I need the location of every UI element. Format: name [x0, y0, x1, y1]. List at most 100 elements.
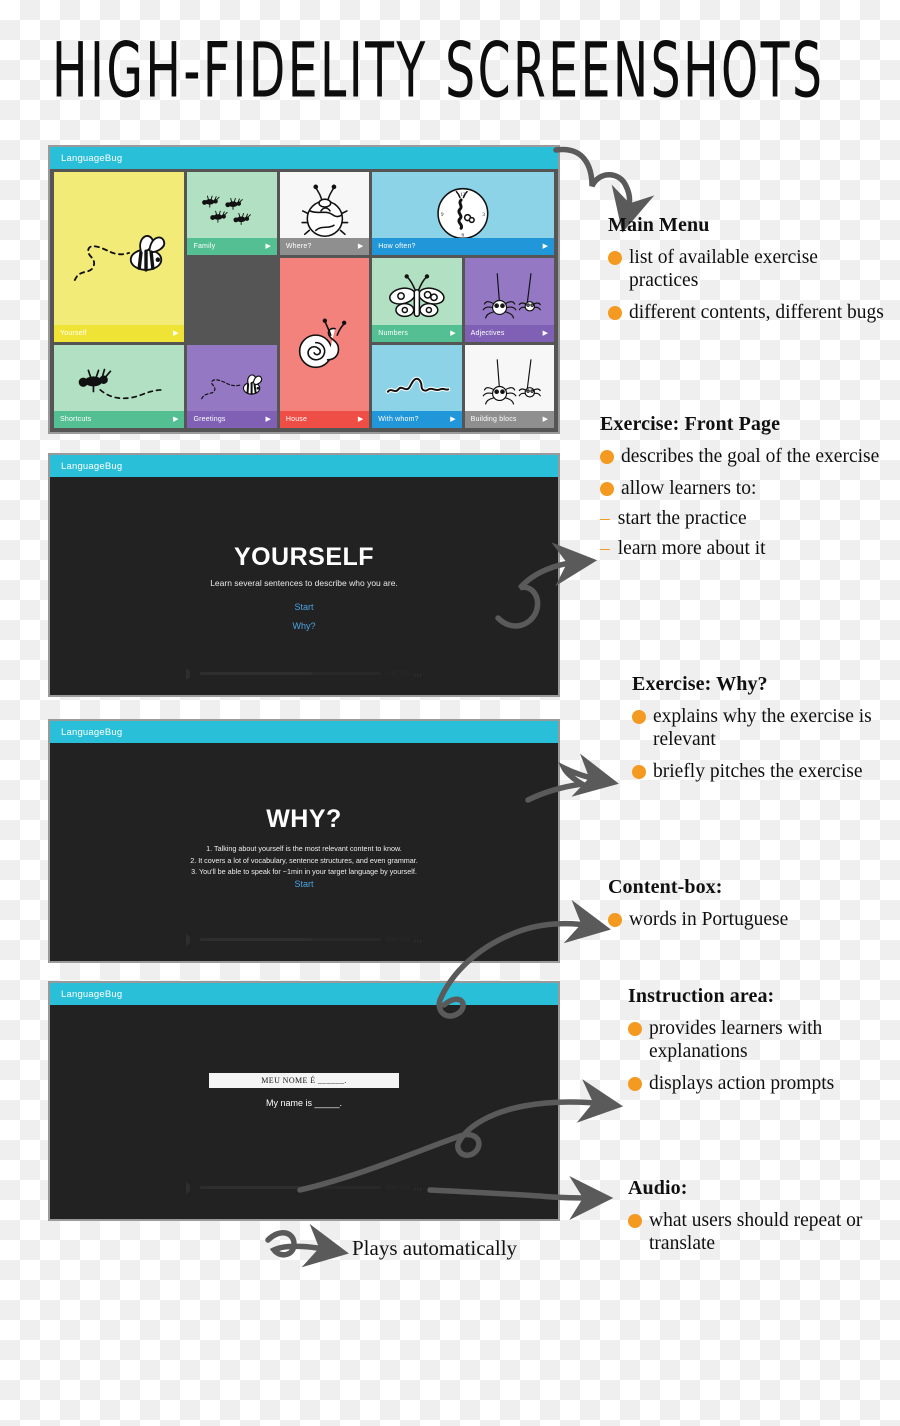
tile-where[interactable]: Where? ▶ [279, 172, 370, 256]
content-box: MEU NOME É ______. [209, 1073, 399, 1088]
tile-label: Yourself [60, 329, 87, 337]
bullet-text: displays action prompts [649, 1073, 835, 1094]
audio-progress-fill [200, 1186, 313, 1189]
annotation-subitem: – learn more about it [600, 537, 896, 560]
svg-text:3: 3 [482, 212, 485, 218]
annotation-bullet: explains why the exercise is relevant [632, 705, 894, 751]
front-page-body: YOURSELF Learn several sentences to desc… [50, 477, 558, 695]
exercise-heading: YOURSELF [233, 543, 375, 571]
annotation-bullet: allow learners to: [600, 477, 896, 500]
tile-footer: Greetings ▶ [187, 411, 277, 428]
bullet-dot-icon [628, 1077, 642, 1091]
audio-player[interactable]: 0:08 / 0:12 [186, 1181, 422, 1194]
subitem-text: start the practice [617, 508, 747, 529]
bullet-text: describes the goal of the exercise [621, 446, 880, 467]
tile-label: With whom? [378, 416, 419, 423]
tile-label: How often? [378, 243, 416, 251]
bullet-dot-icon [600, 482, 614, 496]
play-arrow-icon: ▶ [450, 415, 456, 423]
exercise-tile-grid: Yourself ▶ Family ▶ Where? ▶ 12 3 6 9 Ho… [54, 172, 554, 428]
tile-shortcuts[interactable]: Shortcuts ▶ [54, 344, 185, 428]
bullet-text: briefly pitches the exercise [653, 761, 863, 782]
bullet-dot-icon [632, 765, 646, 779]
why-reason-3: 3. You'll be able to speak for ~1min in … [191, 867, 417, 876]
play-arrow-icon: ▶ [357, 415, 364, 423]
play-icon[interactable] [186, 1181, 196, 1194]
tile-with-whom[interactable]: With whom? ▶ [372, 344, 462, 428]
audio-progress-fill [200, 672, 313, 675]
tile-numbers[interactable]: Numbers ▶ [372, 258, 462, 342]
tile-label: House [285, 416, 308, 423]
tile-footer: Numbers ▶ [372, 324, 462, 342]
tile-family[interactable]: Family ▶ [187, 172, 277, 256]
tile-footer: How often? ▶ [372, 238, 554, 256]
play-arrow-icon: ▶ [542, 242, 548, 251]
bullet-dot-icon [632, 710, 646, 724]
bullet-text: words in Portuguese [629, 909, 789, 930]
annotation-bullet: what users should repeat or translate [628, 1209, 896, 1255]
annotation-heading: Content-box: [608, 876, 723, 898]
annotation-bullet: different contents, different bugs [608, 301, 888, 324]
annotation-subitem: – start the practice [600, 507, 896, 530]
annotation-instruction-area: Instruction area: provides learners with… [628, 985, 898, 1095]
volume-icon[interactable] [414, 936, 422, 943]
bullet-text: list of available exercise practices [629, 247, 818, 291]
annotation-bullet: displays action prompts [628, 1072, 898, 1095]
main-menu-titlebar: LanguageBug [50, 147, 558, 169]
play-arrow-icon: ▶ [542, 328, 548, 337]
tile-label: Adjectives [470, 329, 505, 337]
start-link[interactable]: Start [50, 879, 558, 889]
audio-progress-track[interactable] [200, 1186, 382, 1189]
play-arrow-icon: ▶ [265, 242, 271, 251]
why-reason-2: 2. It covers a lot of vocabulary, senten… [190, 855, 418, 865]
play-arrow-icon: ▶ [542, 415, 548, 423]
start-link[interactable]: Start [50, 602, 558, 612]
subitem-text: learn more about it [617, 538, 766, 559]
app-name-label: LanguageBug [61, 726, 123, 738]
why-link[interactable]: Why? [50, 621, 558, 631]
tile-footer: Shortcuts ▶ [54, 411, 185, 428]
exercise-subtitle: Learn several sentences to describe who … [210, 578, 398, 588]
annotation-bullet: list of available exercise practices [608, 246, 888, 292]
instruction-area: My name is _____. [265, 1098, 343, 1108]
tile-how-often[interactable]: 12 3 6 9 How often? ▶ [372, 172, 554, 256]
volume-icon[interactable] [414, 670, 422, 677]
bullet-text: explains why the exercise is relevant [653, 706, 872, 750]
tile-label: Where? [285, 243, 312, 251]
audio-player[interactable]: 0:08 / 0:12 [186, 667, 422, 680]
audio-progress-track[interactable] [200, 672, 382, 675]
audio-player[interactable]: 0:08 / 0:12 [186, 933, 422, 946]
play-icon[interactable] [186, 933, 196, 946]
audio-progress-track[interactable] [200, 938, 382, 941]
tile-footer: House ▶ [279, 411, 370, 428]
tile-building-blocs[interactable]: Building blocs ▶ [464, 344, 554, 428]
tile-house[interactable]: House ▶ [279, 258, 370, 428]
bullet-dot-icon [608, 913, 622, 927]
bullet-dot-icon [628, 1022, 642, 1036]
annotation-main-menu: Main Menu list of available exercise pra… [608, 214, 888, 324]
annotation-bullet: words in Portuguese [608, 908, 890, 931]
tile-label: Greetings [193, 416, 226, 423]
page-title: HIGH-FIDELITY SCREENSHOTS [52, 28, 825, 116]
front-page-titlebar: LanguageBug [50, 455, 558, 477]
play-arrow-icon: ▶ [450, 328, 456, 337]
play-icon[interactable] [186, 667, 196, 680]
annotation-heading: Exercise: Why? [632, 673, 768, 695]
annotation-bullet: describes the goal of the exercise [600, 445, 896, 468]
tile-adjectives[interactable]: Adjectives ▶ [464, 258, 554, 342]
practice-page-titlebar: LanguageBug [50, 983, 558, 1005]
app-name-label: LanguageBug [61, 152, 123, 164]
tile-footer: Building blocs ▶ [464, 411, 554, 428]
tile-footer: Yourself ▶ [54, 324, 185, 342]
audio-progress-fill [200, 938, 313, 941]
annotation-exercise-why: Exercise: Why? explains why the exercise… [632, 673, 894, 783]
tile-greetings[interactable]: Greetings ▶ [187, 344, 277, 428]
tile-label: Family [193, 243, 216, 251]
tile-yourself[interactable]: Yourself ▶ [54, 172, 185, 342]
why-page-window: LanguageBug WHY? 1. Talking about yourse… [48, 719, 560, 963]
annotation-heading: Exercise: Front Page [600, 413, 781, 435]
bullet-text: what users should repeat or translate [649, 1210, 863, 1254]
why-reasons-list: 1. Talking about yourself is the most re… [50, 843, 558, 878]
volume-icon[interactable] [414, 1184, 422, 1191]
app-name-label: LanguageBug [61, 988, 123, 1000]
